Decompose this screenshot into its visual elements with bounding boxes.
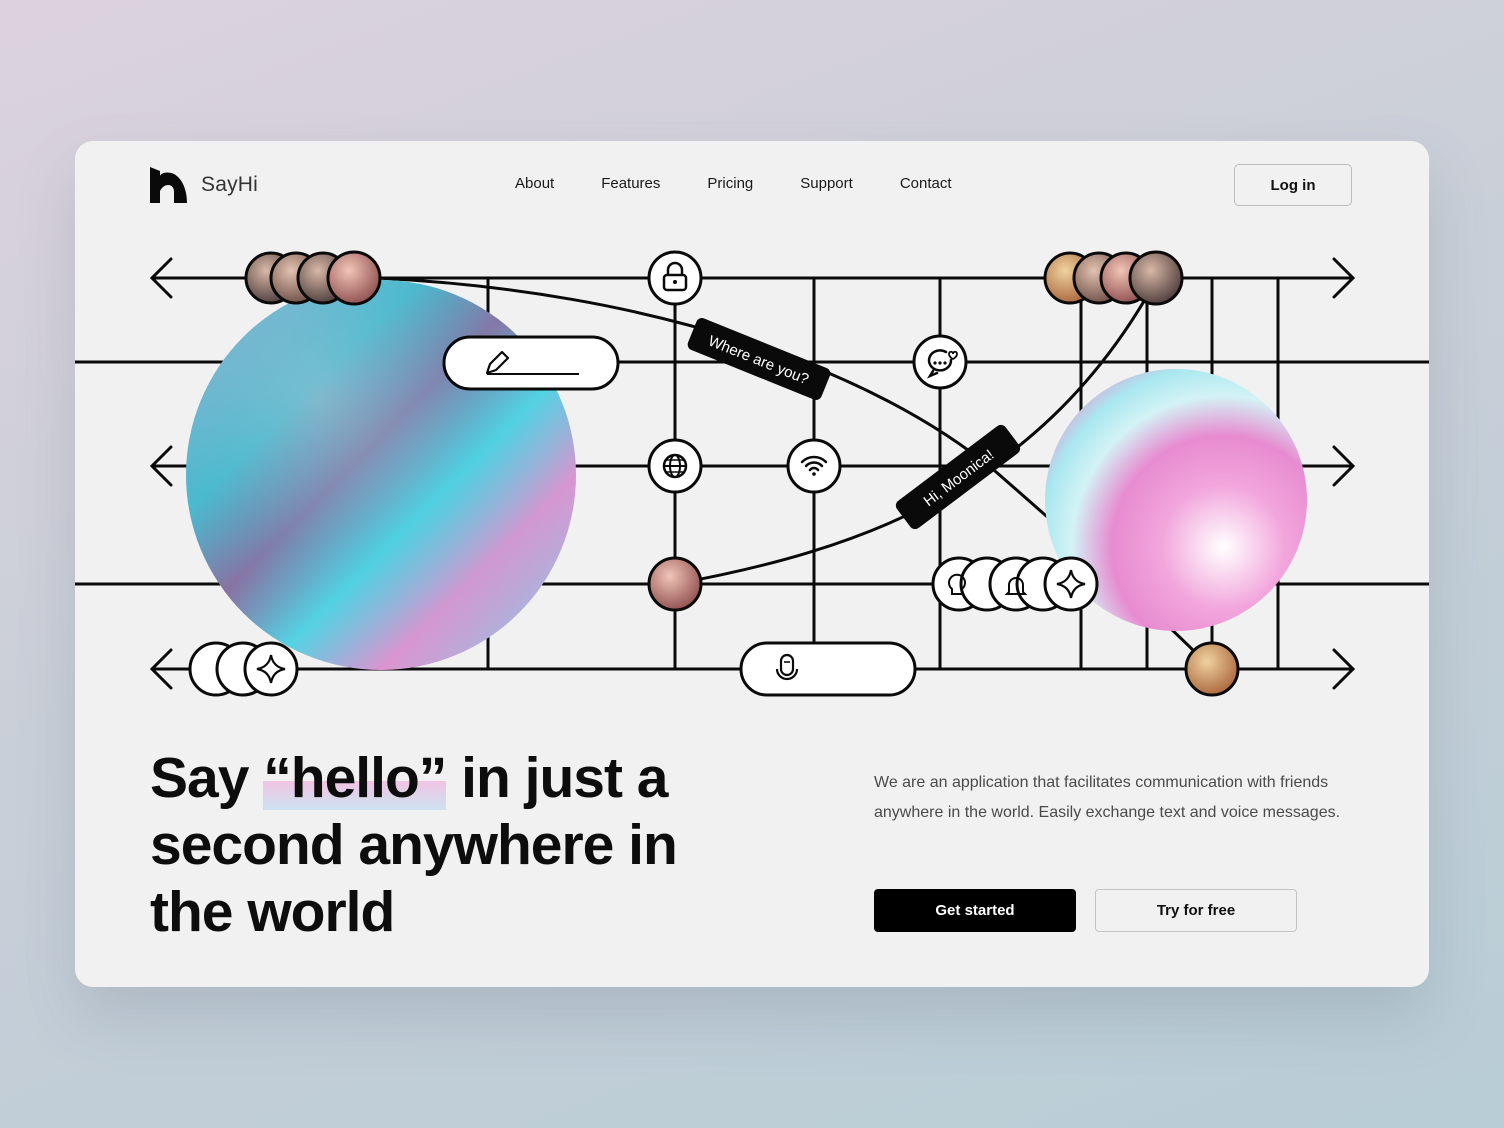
hero-headline: Say “hello” in just a second anywhere in… (150, 746, 678, 944)
get-started-button[interactable]: Get started (874, 889, 1076, 932)
voice-message-pill[interactable] (739, 641, 917, 697)
connection-diagram: Where are you? Hi, Moonica! (75, 250, 1429, 697)
hero-card: SayHi About Features Pricing Support Con… (75, 141, 1429, 987)
chat-heart-icon[interactable] (912, 334, 968, 390)
message-bubble-where: Where are you? (687, 318, 831, 400)
avatar-group-top-right (1043, 250, 1184, 306)
text-input-pill[interactable] (442, 335, 620, 391)
avatar-group-top-left (244, 250, 382, 306)
hero-description: We are an application that facilitates c… (874, 774, 1341, 821)
sparkle-stack-left (188, 641, 299, 697)
lock-icon[interactable] (647, 250, 703, 306)
try-for-free-button[interactable]: Try for free (1095, 889, 1297, 932)
wifi-icon[interactable] (786, 438, 842, 494)
avatar-man (647, 556, 703, 612)
feature-icon-stack (931, 556, 1099, 612)
avatar-child (1184, 641, 1240, 697)
highlighted-word: “hello” (263, 746, 447, 810)
globe-icon[interactable] (647, 438, 703, 494)
